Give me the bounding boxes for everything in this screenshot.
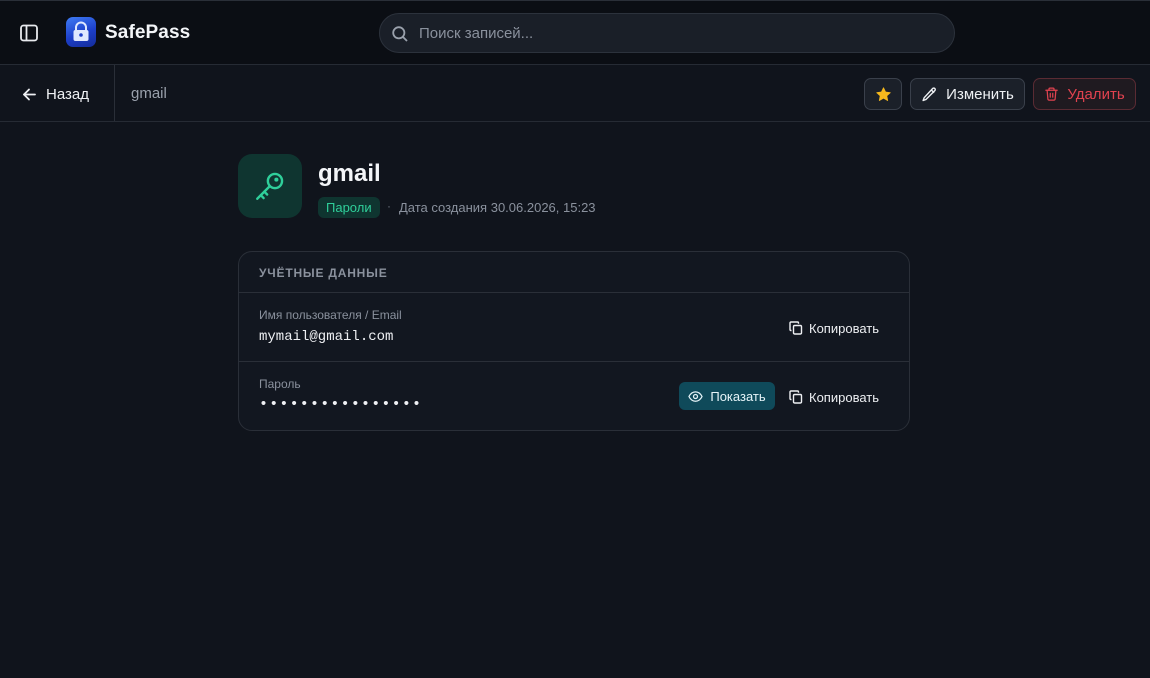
created-date: Дата создания 30.06.2026, 15:23	[399, 200, 596, 215]
search-icon	[392, 26, 408, 42]
edit-button[interactable]: Изменить	[910, 78, 1025, 110]
key-icon	[238, 154, 302, 218]
card-header: УЧЁТНЫЕ ДАННЫЕ	[239, 252, 909, 293]
copy-label: Копировать	[809, 320, 879, 336]
password-row: Пароль •••••••••••••••• Показать Копиров…	[239, 362, 909, 431]
password-value: ••••••••••••••••	[259, 396, 423, 413]
search-input[interactable]	[419, 14, 939, 52]
category-badge: Пароли	[318, 197, 380, 218]
sidebar-toggle-icon[interactable]	[18, 22, 40, 44]
logo-lock-icon	[66, 17, 96, 47]
delete-label: Удалить	[1067, 85, 1125, 103]
arrow-left-icon	[23, 88, 36, 100]
credentials-card: УЧЁТНЫЕ ДАННЫЕ Имя пользователя / Email …	[238, 251, 910, 431]
edit-label: Изменить	[946, 85, 1014, 103]
top-bar: SafePass	[0, 1, 1150, 65]
show-label: Показать	[710, 388, 766, 404]
back-button[interactable]: Назад	[22, 83, 89, 105]
meta-separator: ·	[387, 199, 391, 213]
entry-toolbar: Назад gmail Изменить Удалить	[0, 65, 1150, 122]
username-label: Имя пользователя / Email	[259, 308, 402, 322]
username-row: Имя пользователя / Email mymail@gmail.co…	[239, 293, 909, 362]
copy-password-button[interactable]: Копировать	[781, 383, 887, 411]
star-icon	[875, 86, 891, 101]
breadcrumb: gmail	[131, 85, 167, 102]
pencil-icon	[922, 86, 937, 101]
delete-button[interactable]: Удалить	[1033, 78, 1136, 110]
copy-label: Копировать	[809, 389, 879, 405]
eye-icon	[688, 390, 704, 402]
app-window: SafePass Назад gmail	[0, 0, 1150, 678]
copy-icon	[789, 321, 803, 335]
copy-icon	[789, 390, 803, 404]
search-bar[interactable]	[379, 13, 955, 53]
password-label: Пароль	[259, 377, 301, 391]
section-title: УЧЁТНЫЕ ДАННЫЕ	[259, 266, 388, 280]
trash-icon	[1045, 87, 1059, 101]
divider	[114, 65, 115, 121]
show-password-button[interactable]: Показать	[679, 382, 775, 410]
app-name: SafePass	[105, 22, 191, 43]
back-label: Назад	[46, 85, 89, 103]
username-value: mymail@gmail.com	[259, 329, 394, 345]
copy-username-button[interactable]: Копировать	[781, 314, 887, 342]
entry-title: gmail	[318, 160, 381, 187]
favorite-button[interactable]	[864, 78, 902, 110]
